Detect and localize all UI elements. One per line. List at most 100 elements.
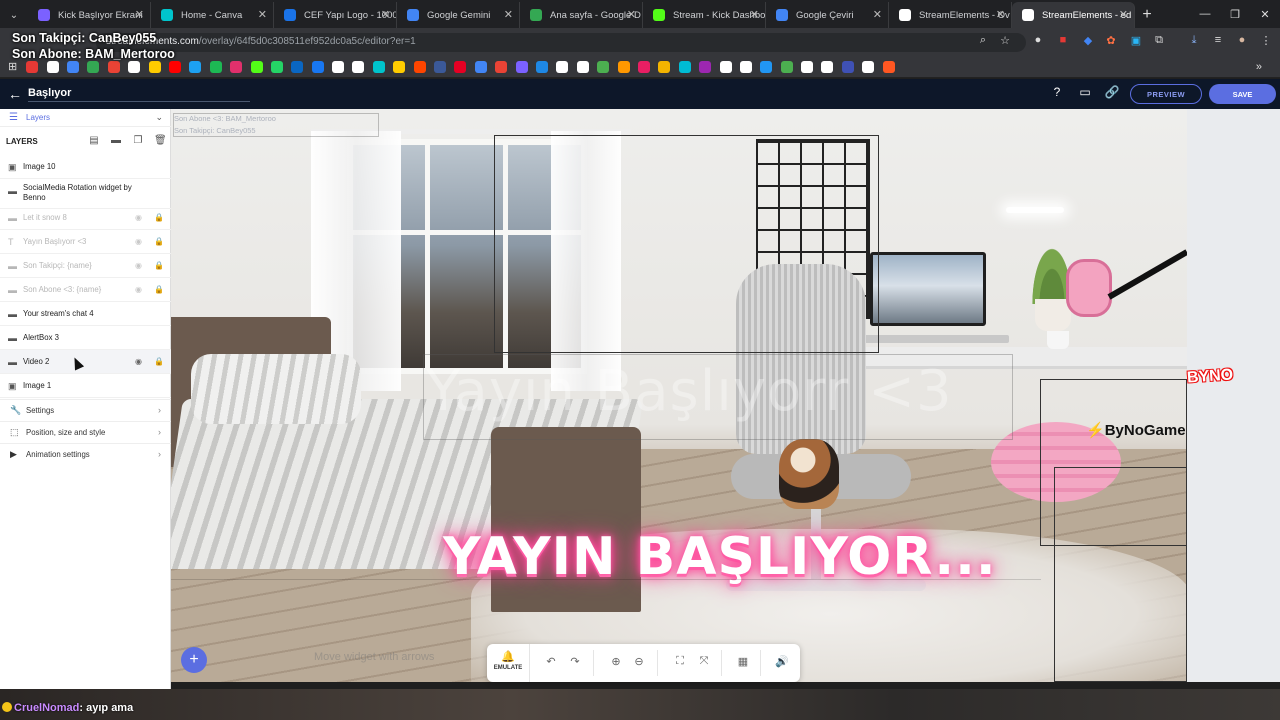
- zoom-icon[interactable]: ⌕: [975, 34, 991, 50]
- help-icon[interactable]: ?: [1048, 85, 1066, 103]
- media-icon[interactable]: ≡: [1210, 34, 1226, 50]
- visibility-eye-icon[interactable]: ◉: [135, 285, 142, 294]
- bookmark-icon[interactable]: [739, 60, 752, 73]
- lock-icon[interactable]: 🔒: [154, 357, 164, 366]
- bookmark-icon[interactable]: [270, 60, 283, 73]
- visibility-eye-icon[interactable]: ◉: [135, 213, 142, 222]
- extensions-puzzle-icon[interactable]: ⧉: [1151, 34, 1167, 50]
- bookmark-icon[interactable]: [434, 60, 447, 73]
- bookmark-icon[interactable]: [393, 60, 406, 73]
- duplicate-icon[interactable]: ❐: [132, 135, 144, 147]
- browser-tab[interactable]: Ana sayfa - Google D ✕: [520, 2, 643, 28]
- close-window-icon[interactable]: ✕: [1250, 0, 1280, 28]
- bookmark-icon[interactable]: [637, 60, 650, 73]
- maximize-icon[interactable]: ❐: [1220, 0, 1250, 28]
- bookmark-icon[interactable]: [535, 60, 548, 73]
- new-group-icon[interactable]: ▤: [88, 135, 100, 147]
- bookmark-icon[interactable]: [699, 60, 712, 73]
- bookmark-icon[interactable]: [148, 60, 161, 73]
- extension-icon[interactable]: ●: [1030, 34, 1046, 50]
- tab-search-icon[interactable]: ⌄: [0, 2, 28, 28]
- fullscreen-icon[interactable]: ⛶: [672, 655, 688, 671]
- bookmark-icon[interactable]: [495, 60, 508, 73]
- editor-canvas[interactable]: Son Abone <3: BAM_Mertoroo Son Takipçi: …: [171, 109, 1187, 682]
- close-tab-icon[interactable]: ✕: [504, 8, 513, 21]
- browser-tab[interactable]: CEF Yapı Logo - 1000 ✕: [274, 2, 397, 28]
- animation-settings-section[interactable]: ▶ Animation settings ›: [0, 443, 171, 465]
- bookmark-icon[interactable]: [658, 60, 671, 73]
- layer-item[interactable]: T Yayın Başlıyorr <3 ◉ 🔒: [0, 230, 171, 254]
- zoom-out-icon[interactable]: ⊖: [631, 655, 647, 671]
- overlay-title[interactable]: Başlıyor: [28, 87, 71, 99]
- lock-icon[interactable]: 🔒: [154, 213, 164, 222]
- bookmark-icon[interactable]: [576, 60, 589, 73]
- download-icon[interactable]: ⤓: [1186, 34, 1202, 50]
- faint-title-text[interactable]: Yayın Başlıyorr <3: [426, 359, 953, 424]
- new-tab-icon[interactable]: +: [1135, 2, 1159, 28]
- bookmark-icon[interactable]: [719, 60, 732, 73]
- bookmark-icon[interactable]: [597, 60, 610, 73]
- save-button[interactable]: SAVE: [1209, 84, 1276, 104]
- bookmark-icon[interactable]: [26, 60, 39, 73]
- close-tab-icon[interactable]: ✕: [1119, 8, 1128, 21]
- layers-tab[interactable]: ☰ Layers ⌄: [0, 109, 171, 127]
- layer-item[interactable]: ▣ Image 10: [0, 155, 171, 179]
- browser-tab[interactable]: Home - Canva ✕: [151, 2, 274, 28]
- bookmark-icon[interactable]: [882, 60, 895, 73]
- close-tab-icon[interactable]: ✕: [258, 8, 267, 21]
- brand-logo[interactable]: ⚡ByNoGame: [1086, 421, 1186, 439]
- bookmark-icon[interactable]: [678, 60, 691, 73]
- zoom-in-icon[interactable]: ⊕: [608, 655, 624, 671]
- bookmark-icon[interactable]: [413, 60, 426, 73]
- browser-tab[interactable]: StreamElements - Ov ✕: [889, 2, 1012, 28]
- bookmark-icon[interactable]: [780, 60, 793, 73]
- chevron-down-icon[interactable]: ⌄: [155, 112, 163, 123]
- bookmark-icon[interactable]: [168, 60, 181, 73]
- volume-icon[interactable]: 🔊: [774, 655, 790, 671]
- close-tab-icon[interactable]: ✕: [873, 8, 882, 21]
- layer-item[interactable]: ▬ AlertBox 3: [0, 326, 171, 350]
- cat-video[interactable]: [779, 439, 839, 509]
- bookmark-icon[interactable]: [821, 60, 834, 73]
- browser-tab[interactable]: Google Gemini ✕: [397, 2, 520, 28]
- fit-screen-icon[interactable]: ⤧: [696, 655, 712, 671]
- layer-item[interactable]: ▬ SocialMedia Rotation widget by Benno: [0, 179, 171, 209]
- bookmark-icon[interactable]: [128, 60, 141, 73]
- extension-icon[interactable]: ■: [1055, 34, 1071, 50]
- bookmark-icon[interactable]: [862, 60, 875, 73]
- extension-icon[interactable]: ◆: [1080, 34, 1096, 50]
- bookmark-icon[interactable]: [87, 60, 100, 73]
- bookmark-icon[interactable]: [515, 60, 528, 73]
- visibility-eye-icon[interactable]: ◉: [135, 261, 142, 270]
- lock-icon[interactable]: 🔒: [154, 261, 164, 270]
- redo-icon[interactable]: ↷: [567, 655, 583, 671]
- extension-icon[interactable]: ✿: [1103, 34, 1119, 50]
- close-tab-icon[interactable]: ✕: [627, 8, 636, 21]
- visibility-eye-icon[interactable]: ◉: [135, 237, 142, 246]
- bookmark-icon[interactable]: [332, 60, 345, 73]
- bookmark-star-icon[interactable]: ☆: [997, 34, 1013, 50]
- bookmark-icon[interactable]: [291, 60, 304, 73]
- add-widget-button[interactable]: +: [181, 647, 207, 673]
- extension-icon[interactable]: ▣: [1128, 34, 1144, 50]
- grid-icon[interactable]: ▦: [735, 655, 751, 671]
- bookmark-icon[interactable]: [352, 60, 365, 73]
- bookmark-icon[interactable]: [760, 60, 773, 73]
- bookmark-icon[interactable]: [189, 60, 202, 73]
- layer-item[interactable]: ▬ Video 2 ◉ 🔒: [0, 350, 171, 374]
- layer-item[interactable]: ▬ Your stream's chat 4: [0, 302, 171, 326]
- back-arrow-icon[interactable]: ←: [8, 86, 22, 102]
- bookmark-icon[interactable]: [841, 60, 854, 73]
- profile-avatar[interactable]: ●: [1234, 34, 1250, 50]
- bookmark-icon[interactable]: [250, 60, 263, 73]
- bookmark-icon[interactable]: [454, 60, 467, 73]
- bookmark-icon[interactable]: [107, 60, 120, 73]
- close-tab-icon[interactable]: ✕: [996, 8, 1005, 21]
- layer-item[interactable]: ▬ Let it snow 8 ◉ 🔒: [0, 206, 171, 230]
- minimize-icon[interactable]: —: [1190, 0, 1220, 28]
- url-field[interactable]: streamelements.com/overlay/64f5d0c308511…: [96, 33, 1026, 52]
- layer-item[interactable]: ▬ Son Takipçi: {name} ◉ 🔒: [0, 254, 171, 278]
- trash-icon[interactable]: 🗑: [154, 135, 167, 147]
- visibility-eye-icon[interactable]: ◉: [135, 357, 142, 366]
- emulate-button[interactable]: 🔔 EMULATE: [487, 644, 530, 682]
